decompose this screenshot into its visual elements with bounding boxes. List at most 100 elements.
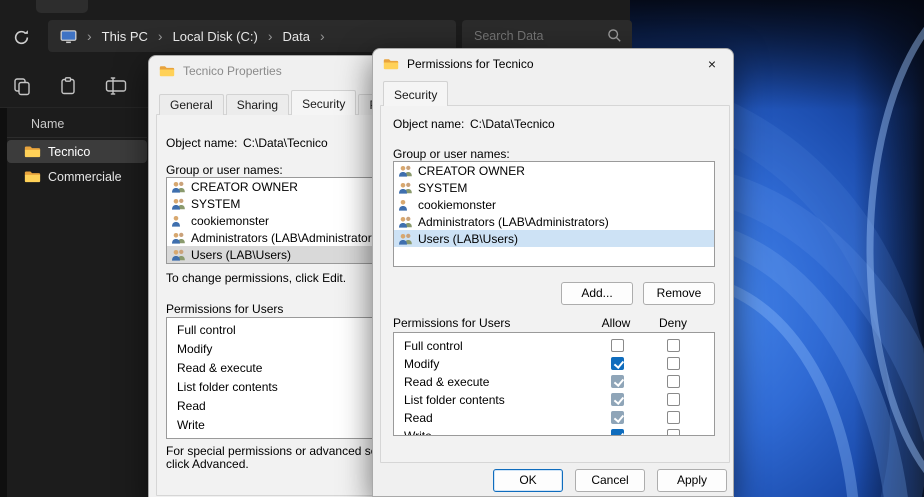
group-icon [398, 181, 413, 194]
deny-checkbox[interactable] [667, 429, 680, 436]
file-row-commerciale[interactable]: Commerciale [7, 165, 147, 188]
object-name-label: Object name: [166, 136, 237, 150]
allow-checkbox[interactable] [611, 429, 624, 436]
group-item-label: Users (LAB\Users) [191, 248, 291, 262]
close-button[interactable]: × [691, 49, 733, 79]
folder-icon [24, 170, 41, 184]
group-list-item[interactable]: Users (LAB\Users) [394, 230, 714, 247]
dialog-title: Permissions for Tecnico [407, 57, 534, 71]
object-name-value: C:\Data\Tecnico [470, 117, 555, 131]
allow-checkbox[interactable] [611, 393, 624, 406]
tab-general[interactable]: General [159, 94, 224, 115]
breadcrumb-item-data[interactable]: Data [283, 29, 310, 44]
object-name-value: C:\Data\Tecnico [243, 136, 328, 150]
group-list-label: Group or user names: [166, 163, 283, 177]
permission-label: Read & execute [404, 373, 489, 391]
group-item-label: SYSTEM [418, 181, 467, 195]
copy-button[interactable] [10, 74, 34, 98]
allow-checkbox[interactable] [611, 339, 624, 352]
permissions-dialog-titlebar[interactable]: Permissions for Tecnico [373, 49, 733, 79]
group-icon [171, 231, 186, 244]
breadcrumb-item-local-disk[interactable]: Local Disk (C:) [173, 29, 258, 44]
ok-button[interactable]: OK [493, 469, 563, 492]
permissions-label: Permissions for Users [166, 302, 283, 316]
permission-row: List folder contents [394, 391, 714, 409]
deny-checkbox[interactable] [667, 357, 680, 370]
user-icon [398, 198, 413, 211]
group-item-label: Administrators (LAB\Administrators) [191, 231, 382, 245]
group-item-label: Administrators (LAB\Administrators) [418, 215, 609, 229]
permissions-list: Full control Modify Read & execute List … [393, 332, 715, 436]
group-list-item[interactable]: CREATOR OWNER [394, 162, 714, 179]
file-list: Name Tecnico Commerciale [7, 108, 147, 188]
deny-checkbox[interactable] [667, 393, 680, 406]
this-pc-icon [60, 29, 77, 44]
group-item-label: cookiemonster [191, 214, 269, 228]
paste-icon [58, 76, 78, 96]
permission-label: List folder contents [404, 391, 505, 409]
permissions-dialog: Permissions for Tecnico × Security Objec… [372, 48, 734, 497]
refresh-icon [13, 29, 30, 46]
apply-button[interactable]: Apply [657, 469, 727, 492]
file-name-label: Commerciale [48, 170, 122, 184]
deny-checkbox[interactable] [667, 411, 680, 424]
object-name-label: Object name: [393, 117, 464, 131]
group-icon [171, 248, 186, 261]
group-item-label: Users (LAB\Users) [418, 232, 518, 246]
group-item-label: CREATOR OWNER [191, 180, 298, 194]
permission-label: Modify [404, 355, 439, 373]
group-item-label: cookiemonster [418, 198, 496, 212]
allow-checkbox[interactable] [611, 375, 624, 388]
file-name-label: Tecnico [48, 145, 90, 159]
tab-sharing[interactable]: Sharing [226, 94, 289, 115]
breadcrumb-item-this-pc[interactable]: This PC [102, 29, 148, 44]
cancel-button[interactable]: Cancel [575, 469, 645, 492]
allow-column-header: Allow [596, 316, 636, 330]
remove-button[interactable]: Remove [643, 282, 715, 305]
deny-checkbox[interactable] [667, 339, 680, 352]
desktop: › This PC › Local Disk (C:) › Data › [0, 0, 924, 497]
breadcrumb-chevron: › [87, 29, 92, 43]
dialog-title: Tecnico Properties [183, 64, 282, 78]
breadcrumb-chevron: › [268, 29, 273, 43]
add-button[interactable]: Add... [561, 282, 633, 305]
paste-button[interactable] [56, 74, 80, 98]
group-user-list: CREATOR OWNER SYSTEM cookiemonster Admin… [393, 161, 715, 267]
breadcrumb-chevron: › [158, 29, 163, 43]
explorer-tab[interactable] [36, 0, 88, 13]
permission-row: Modify [394, 355, 714, 373]
permissions-label: Permissions for Users [393, 316, 510, 330]
rename-button[interactable] [104, 74, 128, 98]
allow-checkbox[interactable] [611, 357, 624, 370]
group-icon [171, 197, 186, 210]
permission-label: Read [404, 409, 433, 427]
permission-row: Read & execute [394, 373, 714, 391]
permission-row: Write [394, 427, 714, 436]
permission-row: Full control [394, 337, 714, 355]
allow-checkbox[interactable] [611, 411, 624, 424]
edit-hint-text: To change permissions, click Edit. [166, 271, 346, 285]
group-list-item[interactable]: Administrators (LAB\Administrators) [394, 213, 714, 230]
group-icon [398, 232, 413, 245]
permission-row: Read [394, 409, 714, 427]
folder-icon [383, 58, 399, 71]
refresh-button[interactable] [10, 26, 32, 48]
rename-icon [105, 76, 127, 96]
tab-security[interactable]: Security [383, 81, 448, 106]
advanced-hint-line1: For special permissions or advanced sett… [166, 444, 400, 458]
file-row-tecnico[interactable]: Tecnico [7, 140, 147, 163]
tab-security[interactable]: Security [291, 90, 356, 115]
advanced-hint-line2: click Advanced. [166, 457, 249, 471]
group-icon [171, 180, 186, 193]
column-header-name[interactable]: Name [7, 108, 147, 138]
group-item-label: CREATOR OWNER [418, 164, 525, 178]
group-icon [398, 164, 413, 177]
search-icon [607, 28, 622, 48]
group-list-label: Group or user names: [393, 147, 510, 161]
group-list-item[interactable]: cookiemonster [394, 196, 714, 213]
group-item-label: SYSTEM [191, 197, 240, 211]
folder-icon [159, 65, 175, 78]
folder-icon [24, 145, 41, 159]
deny-checkbox[interactable] [667, 375, 680, 388]
group-list-item[interactable]: SYSTEM [394, 179, 714, 196]
